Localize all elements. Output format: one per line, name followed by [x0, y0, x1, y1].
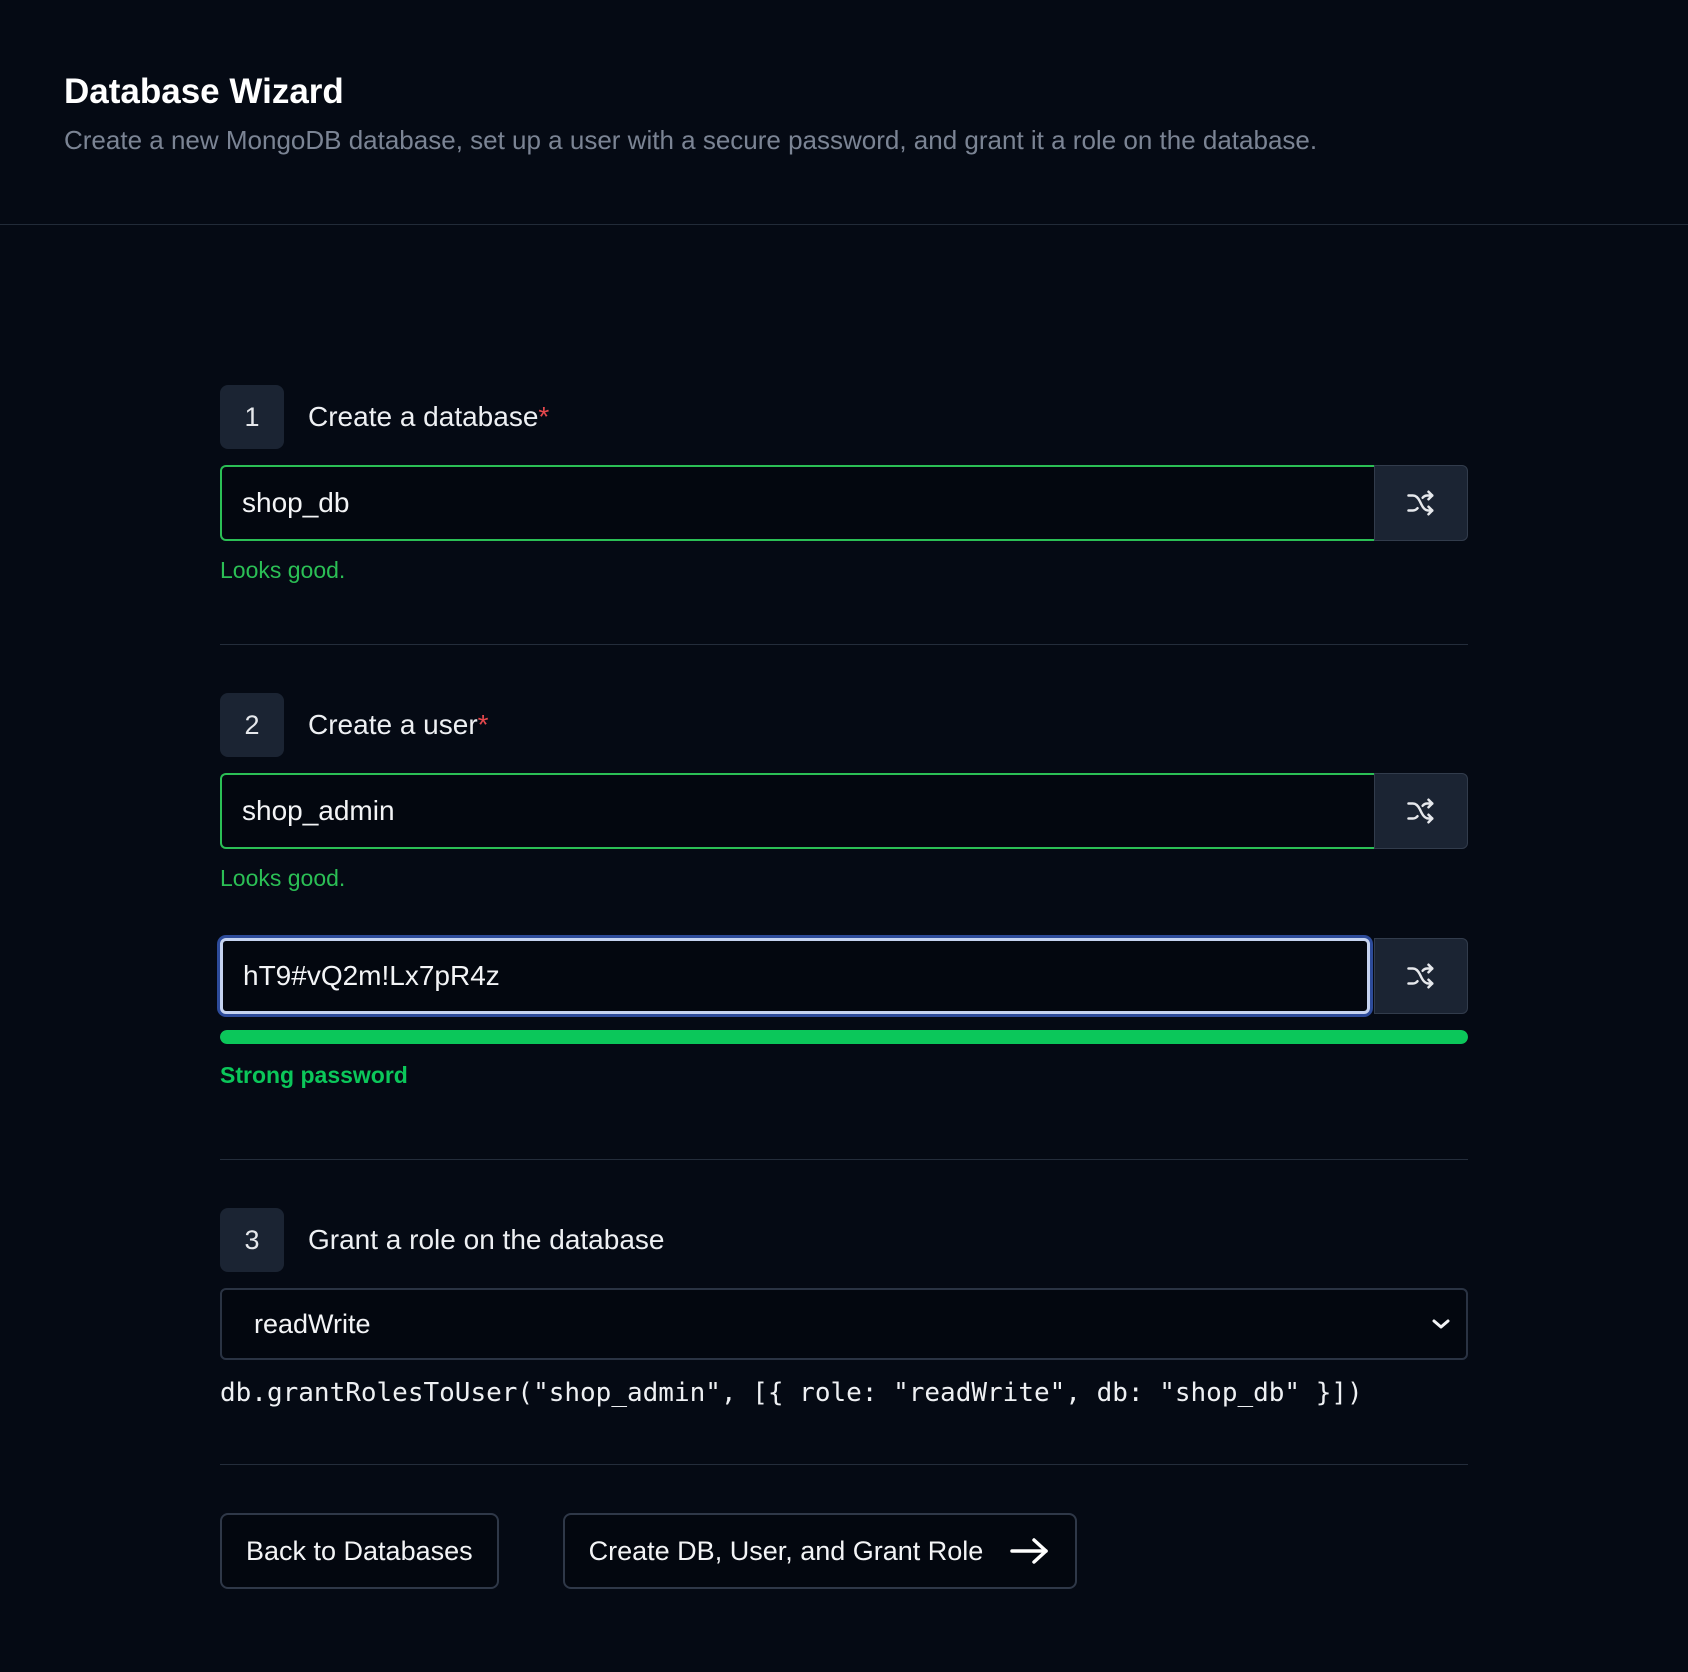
generate-database-name-button[interactable] [1374, 465, 1468, 541]
page-subtitle: Create a new MongoDB database, set up a … [64, 125, 1318, 155]
role-select-value: readWrite [254, 1308, 371, 1339]
step-1-title: Create a database* [308, 401, 549, 433]
generate-password-button[interactable] [1374, 938, 1468, 1014]
grant-command-preview: db.grantRolesToUser("shop_admin", [{ rol… [220, 1378, 1363, 1408]
step-1-number: 1 [220, 385, 284, 449]
shuffle-icon [1407, 963, 1434, 989]
step-3-title: Grant a role on the database [308, 1224, 665, 1255]
step-1-header: 1 Create a database* [220, 385, 1468, 449]
database-name-validation: Looks good. [220, 557, 346, 583]
step-3-header: 3 Grant a role on the database [220, 1208, 1468, 1272]
step-2-title-text: Create a user [308, 709, 478, 740]
arrow-right-icon [1010, 1538, 1049, 1564]
chevron-down-icon [1432, 1319, 1450, 1329]
form-actions: Back to Databases Create DB, User, and G… [220, 1513, 1468, 1589]
shuffle-icon [1407, 798, 1434, 824]
generate-username-button[interactable] [1374, 773, 1468, 849]
section-divider [220, 1159, 1468, 1160]
page-title: Database Wizard [64, 72, 344, 111]
create-db-user-grant-button[interactable]: Create DB, User, and Grant Role [562, 1513, 1078, 1589]
back-to-databases-button[interactable]: Back to Databases [220, 1513, 499, 1589]
password-strength-label: Strong password [220, 1062, 408, 1088]
password-strength-bar [220, 1030, 1468, 1044]
submit-button-label: Create DB, User, and Grant Role [588, 1535, 984, 1566]
section-divider [220, 1464, 1468, 1465]
section-divider [220, 644, 1468, 645]
username-input[interactable] [220, 773, 1374, 849]
required-mark: * [477, 709, 489, 740]
wizard-form: 1 Create a database* Looks good. 2 Creat… [220, 225, 1468, 1589]
step-2-title: Create a user* [308, 709, 489, 741]
shuffle-icon [1407, 490, 1434, 516]
password-group [220, 938, 1468, 1014]
step-2-header: 2 Create a user* [220, 693, 1468, 757]
step-3-number: 3 [220, 1208, 284, 1272]
role-select[interactable]: readWrite [220, 1288, 1468, 1360]
database-name-input[interactable] [220, 465, 1374, 541]
back-button-label: Back to Databases [246, 1535, 473, 1566]
page-header: Database Wizard Create a new MongoDB dat… [0, 0, 1688, 225]
password-input[interactable] [220, 938, 1370, 1014]
step-1-title-text: Create a database [308, 401, 539, 432]
password-strength-fill [220, 1030, 1468, 1044]
username-validation: Looks good. [220, 865, 346, 891]
database-name-group [220, 465, 1468, 541]
username-group [220, 773, 1468, 849]
step-2-number: 2 [220, 693, 284, 757]
required-mark: * [538, 401, 550, 432]
